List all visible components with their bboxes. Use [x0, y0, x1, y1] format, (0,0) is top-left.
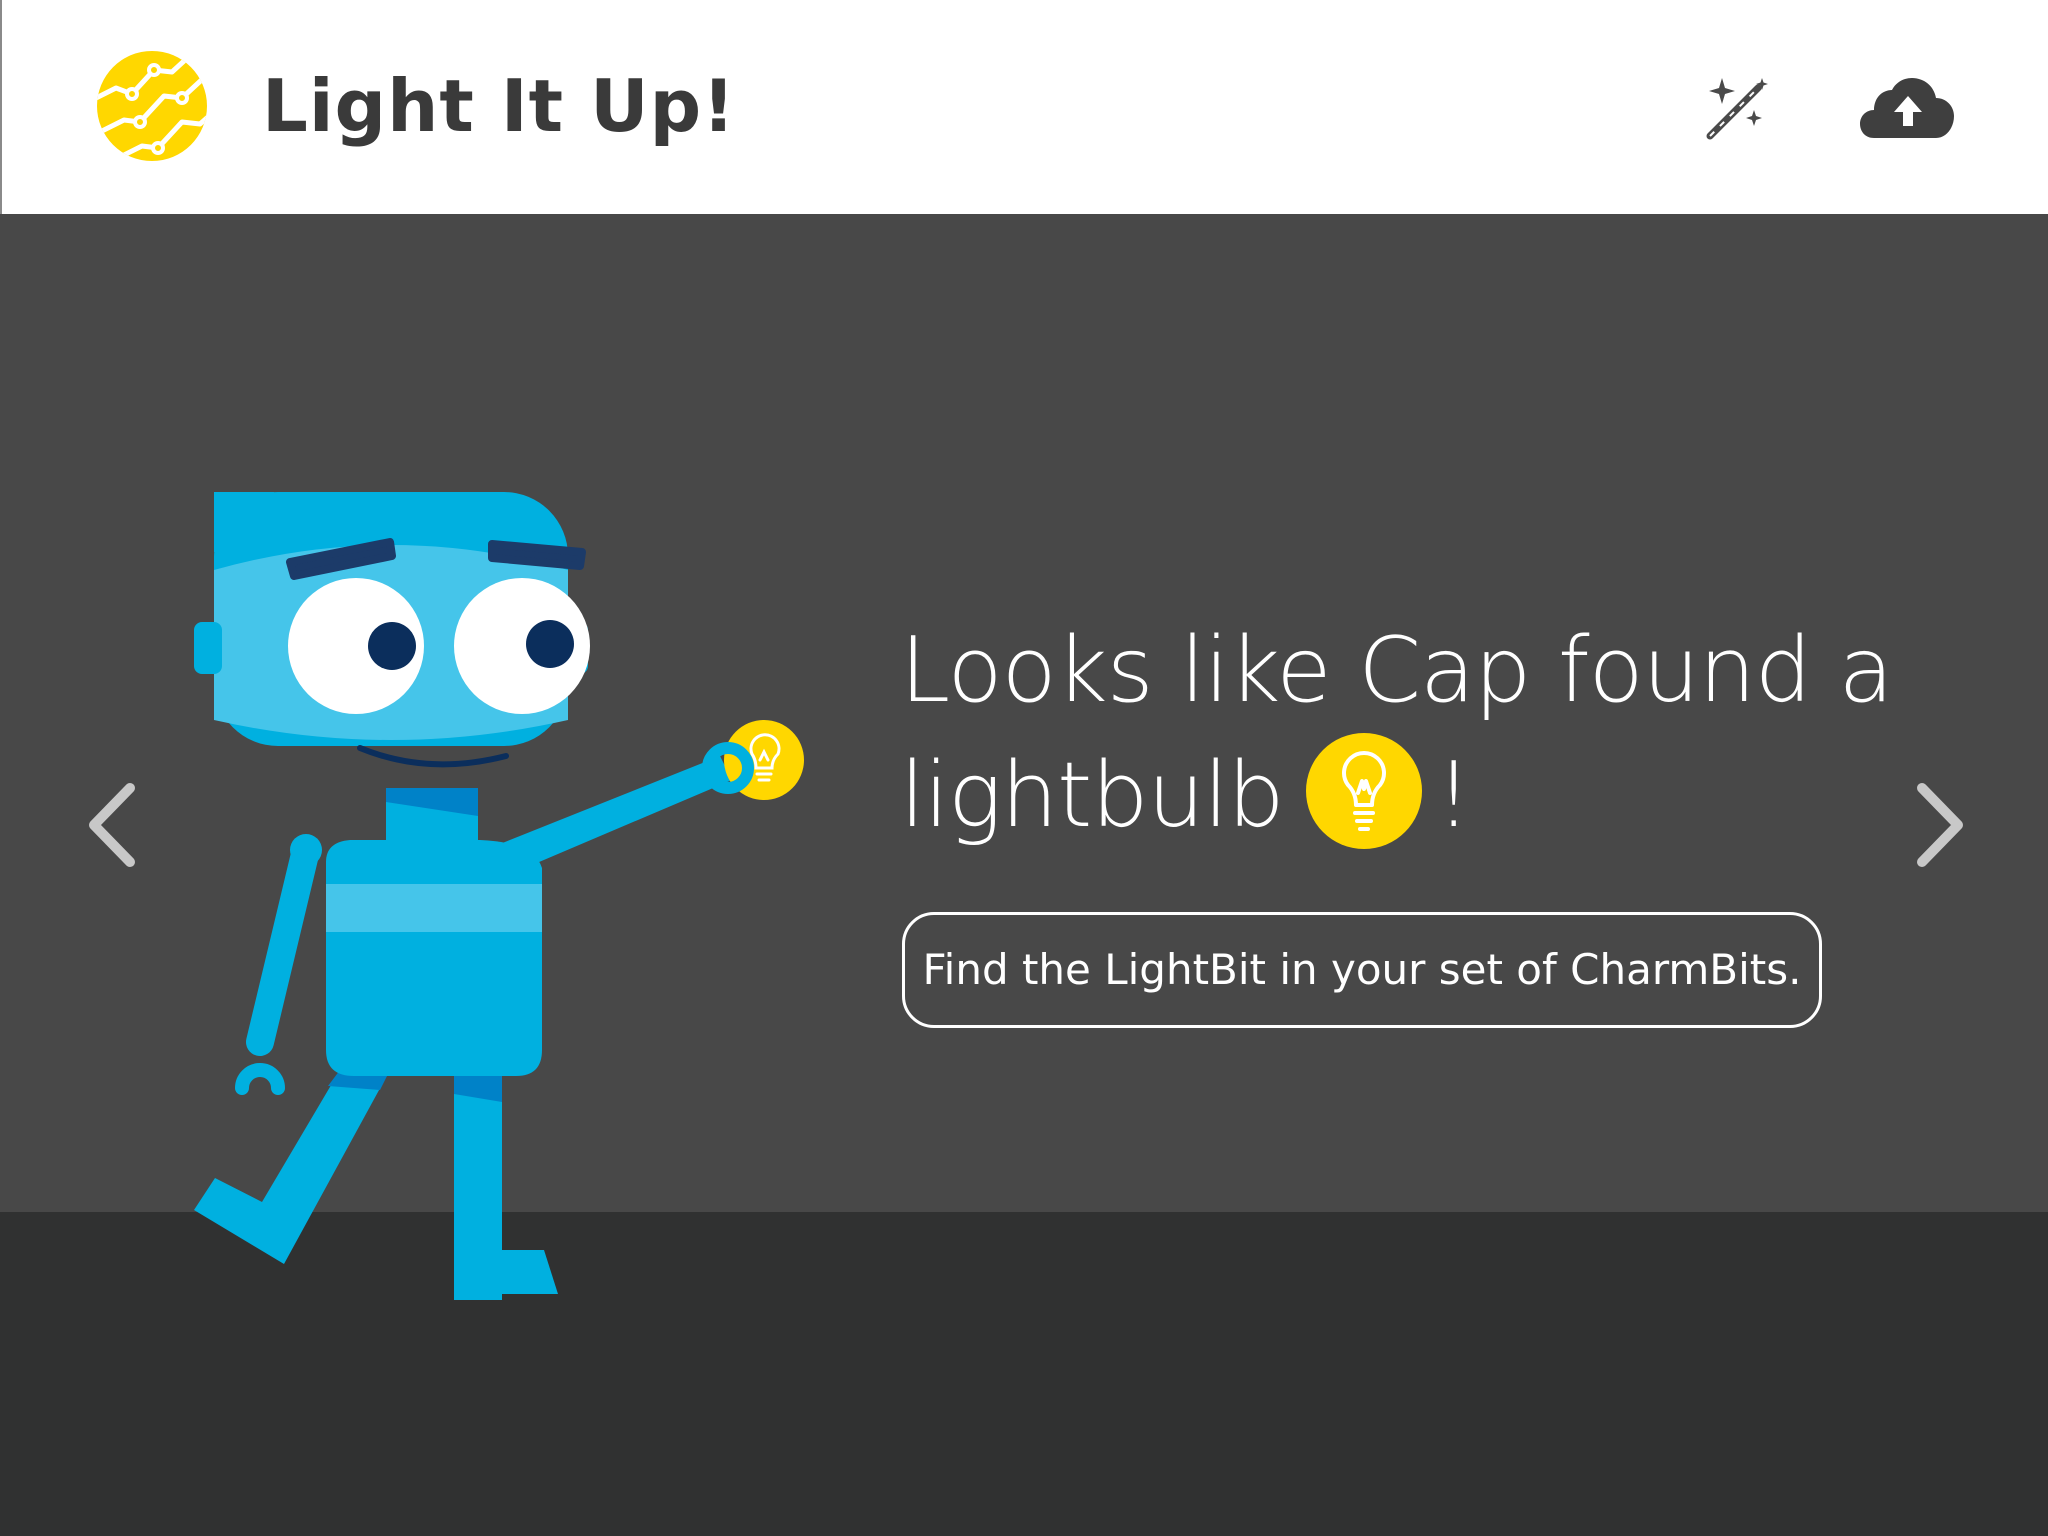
- headline-exclamation: !: [1435, 743, 1472, 848]
- header-bar: Light It Up!: [0, 0, 2048, 214]
- previous-button[interactable]: [82, 780, 142, 870]
- headline-line-2: lightbulb !: [900, 733, 1920, 858]
- robot-left-arm: [246, 836, 320, 1056]
- lightbulb-icon: [1305, 733, 1422, 849]
- robot-right-brow: [488, 540, 586, 570]
- app-title: Light It Up!: [262, 64, 736, 148]
- robot-left-ear: [194, 622, 222, 674]
- robot-left-hand: [235, 1063, 285, 1095]
- magic-wand-button[interactable]: [1702, 76, 1770, 144]
- robot-character: [194, 492, 804, 1300]
- cloud-upload-button[interactable]: [1860, 78, 1956, 140]
- headline: Looks like Cap found a lightbulb !: [900, 608, 1920, 858]
- headline-line-1: Looks like Cap found a: [900, 618, 1894, 723]
- robot-left-leg: [194, 1070, 390, 1264]
- robot-torso: [326, 840, 542, 1076]
- robot-right-foot: [454, 1250, 558, 1294]
- magic-wand-icon: [1706, 78, 1768, 140]
- instruction-box: Find the LightBit in your set of CharmBi…: [902, 912, 1822, 1028]
- headline-word: lightbulb: [900, 743, 1285, 848]
- app-screen: Light It Up! Looks like Cap found a ligh…: [0, 0, 2048, 1536]
- robot-smile: [357, 745, 509, 768]
- lightning-circuit-logo-icon: [97, 51, 207, 161]
- cloud-upload-icon: [1860, 78, 1954, 138]
- chevron-left-icon: [89, 783, 135, 867]
